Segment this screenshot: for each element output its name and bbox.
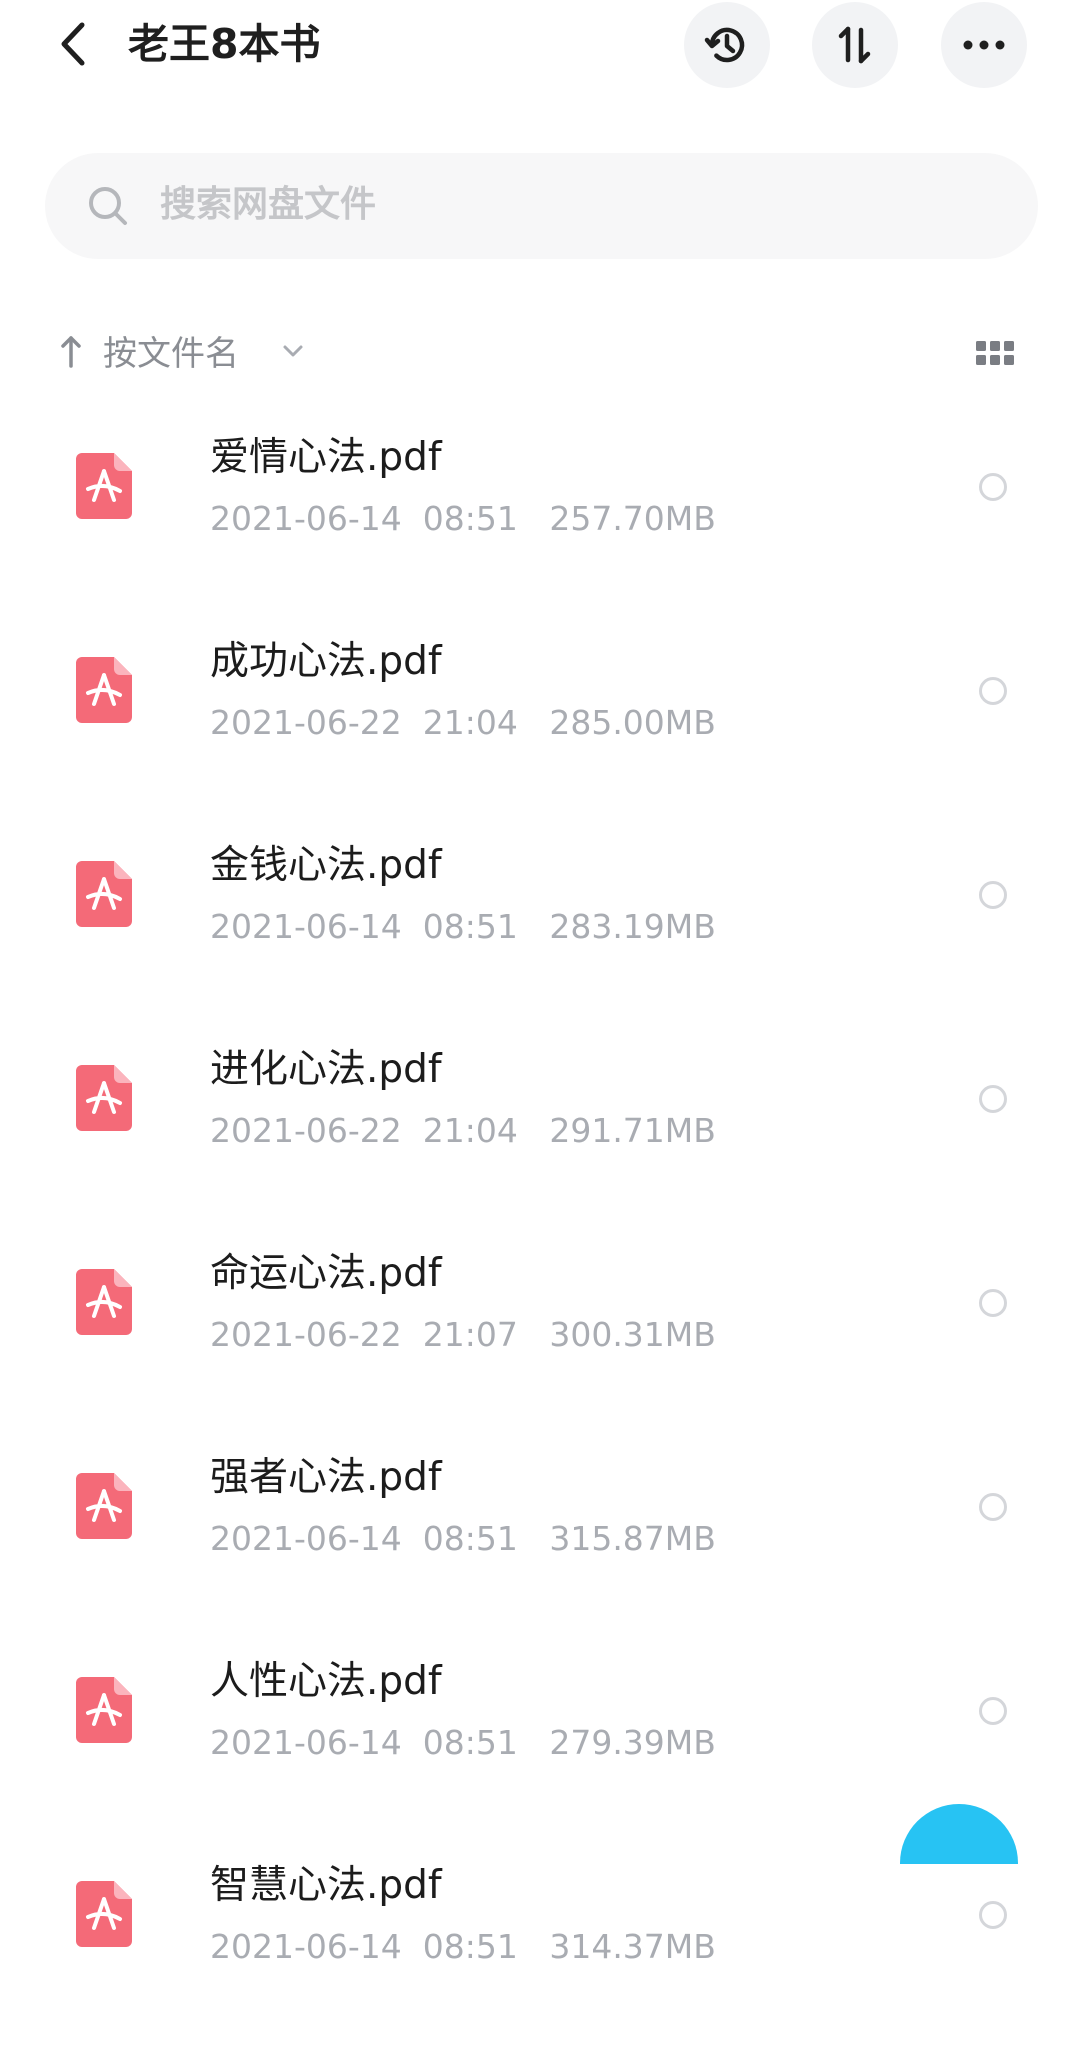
file-meta: 2021-06-14 08:51 315.87MB — [210, 1519, 716, 1558]
select-radio[interactable] — [979, 1901, 1007, 1929]
more-icon — [963, 40, 1005, 50]
pdf-file-icon — [76, 1065, 132, 1131]
file-name: 爱情心法.pdf — [210, 435, 442, 480]
select-radio[interactable] — [979, 1697, 1007, 1725]
sort-icon — [838, 26, 871, 64]
file-name: 智慧心法.pdf — [210, 1863, 442, 1908]
pdf-file-icon — [76, 1473, 132, 1539]
top-bar: 老王8本书 — [0, 0, 1080, 90]
file-name: 强者心法.pdf — [210, 1455, 442, 1500]
chevron-down-icon[interactable] — [282, 343, 304, 359]
file-meta: 2021-06-22 21:04 291.71MB — [210, 1111, 716, 1150]
file-name: 命运心法.pdf — [210, 1251, 442, 1296]
select-radio[interactable] — [979, 881, 1007, 909]
more-button[interactable] — [941, 2, 1027, 88]
history-icon — [704, 27, 745, 63]
file-meta: 2021-06-14 08:51 257.70MB — [210, 499, 716, 538]
history-button[interactable] — [684, 2, 770, 88]
select-radio[interactable] — [979, 1289, 1007, 1317]
file-row[interactable]: 成功心法.pdf 2021-06-22 21:04 285.00MB — [0, 604, 1080, 808]
sort-bar: 按文件名 — [0, 326, 1080, 382]
select-radio[interactable] — [979, 677, 1007, 705]
file-row[interactable]: 爱情心法.pdf 2021-06-14 08:51 257.70MB — [0, 400, 1080, 604]
file-name: 成功心法.pdf — [210, 639, 442, 684]
select-radio[interactable] — [979, 473, 1007, 501]
fab-circle — [900, 1804, 1018, 1864]
search-icon — [89, 187, 127, 225]
pdf-file-icon — [76, 1677, 132, 1743]
file-meta: 2021-06-14 08:51 283.19MB — [210, 907, 716, 946]
file-row[interactable]: 强者心法.pdf 2021-06-14 08:51 315.87MB — [0, 1420, 1080, 1624]
file-name: 人性心法.pdf — [210, 1659, 442, 1704]
pdf-file-icon — [76, 1881, 132, 1947]
file-meta: 2021-06-14 08:51 314.37MB — [210, 1927, 716, 1966]
search-input[interactable]: 搜索网盘文件 — [45, 153, 1038, 259]
file-meta: 2021-06-22 21:07 300.31MB — [210, 1315, 716, 1354]
file-row[interactable]: 命运心法.pdf 2021-06-22 21:07 300.31MB — [0, 1216, 1080, 1420]
file-meta: 2021-06-22 21:04 285.00MB — [210, 703, 716, 742]
sort-by-name-button[interactable]: 按文件名 — [103, 326, 239, 382]
search-placeholder: 搜索网盘文件 — [160, 184, 377, 225]
back-button[interactable] — [48, 14, 98, 74]
file-row[interactable]: 人性心法.pdf 2021-06-14 08:51 279.39MB — [0, 1624, 1080, 1828]
pdf-file-icon — [76, 657, 132, 723]
sort-button[interactable] — [812, 2, 898, 88]
file-row[interactable]: 金钱心法.pdf 2021-06-14 08:51 283.19MB — [0, 808, 1080, 1012]
arrow-up-icon — [61, 336, 81, 368]
file-row[interactable]: 进化心法.pdf 2021-06-22 21:04 291.71MB — [0, 1012, 1080, 1216]
pdf-file-icon — [76, 1269, 132, 1335]
file-name: 金钱心法.pdf — [210, 843, 442, 888]
page-title: 老王8本书 — [128, 20, 321, 68]
select-radio[interactable] — [979, 1085, 1007, 1113]
pdf-file-icon — [76, 453, 132, 519]
pdf-file-icon — [76, 861, 132, 927]
file-name: 进化心法.pdf — [210, 1047, 442, 1092]
select-radio[interactable] — [979, 1493, 1007, 1521]
floating-action-button[interactable] — [900, 1804, 1018, 1864]
back-icon — [61, 22, 85, 66]
file-meta: 2021-06-14 08:51 279.39MB — [210, 1723, 716, 1762]
grid-view-icon[interactable] — [976, 341, 1014, 367]
